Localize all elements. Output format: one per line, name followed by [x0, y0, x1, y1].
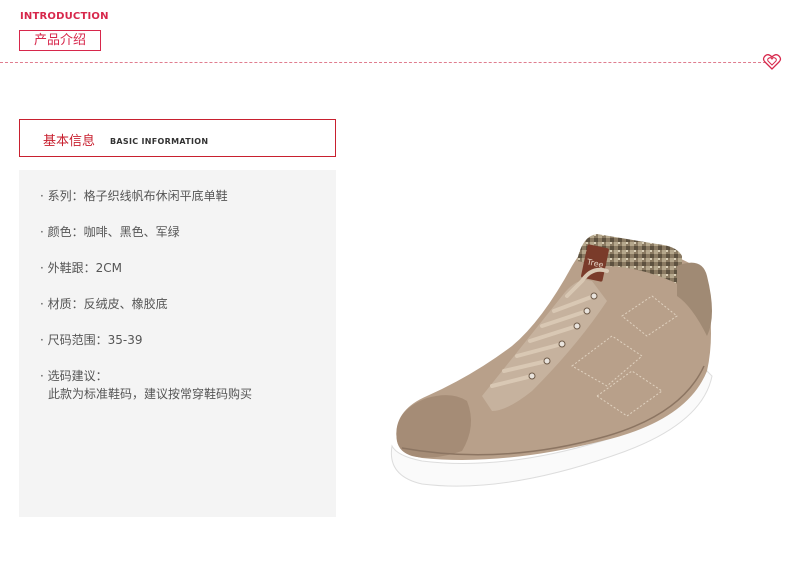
basic-info-header: 基本信息 BASIC INFORMATION — [19, 119, 336, 157]
info-material: · 材质：反绒皮、橡胶底 — [40, 297, 168, 311]
heart-icon — [762, 54, 782, 70]
basic-info-panel: · 系列：格子织线帆布休闲平底单鞋 · 颜色：咖啡、黑色、军绿 · 外鞋跟：2C… — [19, 170, 336, 517]
intro-cn-box: 产品介绍 — [19, 30, 101, 51]
info-color: · 颜色：咖啡、黑色、军绿 — [40, 225, 180, 239]
info-series: · 系列：格子织线帆布休闲平底单鞋 — [40, 189, 228, 203]
basic-info-title-cn: 基本信息 — [43, 134, 96, 149]
basic-info-title-en: BASIC INFORMATION — [110, 137, 209, 146]
intro-en-label: INTRODUCTION — [20, 11, 109, 22]
info-size-advice-text: 此款为标准鞋码，建议按常穿鞋码购买 — [48, 387, 253, 401]
info-size-advice-label: · 选码建议： — [40, 369, 108, 383]
shoe-image: Tree — [390, 234, 713, 487]
info-heel: · 外鞋跟：2CM — [40, 261, 122, 275]
info-size-range: · 尺码范围：35-39 — [40, 333, 143, 347]
dashed-divider — [0, 62, 766, 63]
